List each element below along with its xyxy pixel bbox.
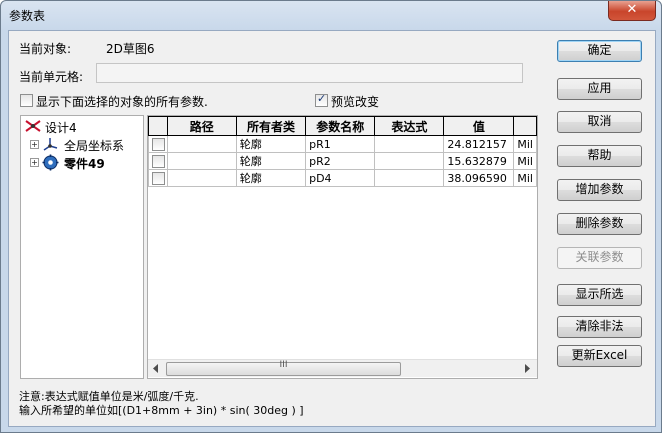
tree-item-global-coords[interactable]: 全局坐标系 bbox=[64, 137, 124, 154]
cell-path[interactable] bbox=[166, 152, 237, 170]
row-checkbox[interactable] bbox=[152, 172, 165, 185]
ok-button[interactable]: 确定 bbox=[557, 40, 642, 62]
show-selected-button[interactable]: 显示所选 bbox=[557, 284, 642, 306]
cell-path[interactable] bbox=[166, 135, 237, 153]
current-cell-field[interactable] bbox=[96, 63, 523, 83]
cell-param-name[interactable]: pR2 bbox=[305, 152, 376, 170]
link-parameter-button[interactable]: 关联参数 bbox=[557, 247, 642, 269]
col-header-path[interactable]: 路径 bbox=[166, 116, 237, 136]
parameter-grid[interactable]: 路径 所有者类 参数名称 表达式 值 轮廓 pR1 24.812157 Mil … bbox=[147, 115, 538, 379]
cell-unit[interactable]: Mil bbox=[513, 169, 537, 187]
col-header-param-name[interactable]: 参数名称 bbox=[305, 116, 376, 136]
row-checkbox[interactable] bbox=[152, 155, 165, 168]
table-row[interactable]: 轮廓 pD4 38.096590 Mil bbox=[148, 169, 537, 187]
expand-icon[interactable]: + bbox=[30, 140, 39, 149]
design-icon bbox=[25, 120, 41, 132]
cell-owner[interactable]: 轮廓 bbox=[235, 169, 307, 187]
show-all-label: 显示下面选择的对象的所有参数. bbox=[36, 95, 208, 109]
current-cell-label: 当前单元格: bbox=[19, 70, 84, 84]
dialog-window: 参数表 ✕ 当前对象: 2D草图6 当前单元格: 显示下面选择的对象的所有参数.… bbox=[0, 0, 662, 433]
col-header-select[interactable] bbox=[148, 116, 168, 136]
current-object-label: 当前对象: bbox=[19, 42, 72, 56]
col-header-expression[interactable]: 表达式 bbox=[374, 116, 445, 136]
help-button[interactable]: 帮助 bbox=[557, 145, 642, 167]
cell-value[interactable]: 38.096590 bbox=[443, 169, 515, 187]
dialog-body: 当前对象: 2D草图6 当前单元格: 显示下面选择的对象的所有参数. 预览改变 … bbox=[8, 30, 656, 427]
horizontal-scrollbar[interactable]: III bbox=[148, 359, 537, 377]
scroll-grip-icon: III bbox=[279, 360, 288, 370]
object-tree[interactable]: 设计4 + 全局坐标系 + 零件49 bbox=[20, 115, 144, 379]
delete-parameter-button[interactable]: 删除参数 bbox=[557, 213, 642, 235]
current-object-value: 2D草图6 bbox=[106, 42, 155, 56]
col-header-value[interactable]: 值 bbox=[443, 116, 515, 136]
cell-expression[interactable] bbox=[374, 169, 445, 187]
add-parameter-button[interactable]: 增加参数 bbox=[557, 179, 642, 201]
preview-checkbox[interactable] bbox=[315, 92, 328, 107]
clear-invalid-button[interactable]: 清除非法 bbox=[557, 316, 642, 338]
table-row[interactable]: 轮廓 pR1 24.812157 Mil bbox=[148, 135, 537, 153]
expand-icon[interactable]: + bbox=[30, 158, 39, 167]
cell-param-name[interactable]: pD4 bbox=[305, 169, 376, 187]
note-line-2: 输入所希望的单位如[(D1+8mm + 3in) * sin( 30deg ) … bbox=[19, 404, 304, 417]
close-button[interactable]: ✕ bbox=[608, 1, 656, 21]
tree-item-design[interactable]: 设计4 bbox=[45, 119, 77, 136]
cell-expression[interactable] bbox=[374, 135, 445, 153]
table-row[interactable]: 轮廓 pR2 15.632879 Mil bbox=[148, 152, 537, 170]
cell-path[interactable] bbox=[166, 169, 237, 187]
update-excel-button[interactable]: 更新Excel bbox=[557, 345, 642, 367]
coordinate-system-icon bbox=[43, 138, 58, 151]
cell-unit[interactable]: Mil bbox=[513, 152, 537, 170]
scroll-left-icon[interactable] bbox=[152, 364, 160, 373]
cell-owner[interactable]: 轮廓 bbox=[235, 152, 307, 170]
cell-unit[interactable]: Mil bbox=[513, 135, 537, 153]
preview-label: 预览改变 bbox=[331, 95, 380, 109]
cell-param-name[interactable]: pR1 bbox=[305, 135, 376, 153]
cell-value[interactable]: 15.632879 bbox=[443, 152, 515, 170]
scroll-thumb[interactable]: III bbox=[166, 360, 401, 376]
cancel-button[interactable]: 取消 bbox=[557, 111, 642, 133]
cell-expression[interactable] bbox=[374, 152, 445, 170]
cell-owner[interactable]: 轮廓 bbox=[235, 135, 307, 153]
grid-header-row: 路径 所有者类 参数名称 表达式 值 bbox=[148, 116, 537, 136]
cell-value[interactable]: 24.812157 bbox=[443, 135, 515, 153]
col-header-unit[interactable] bbox=[513, 116, 537, 136]
apply-button[interactable]: 应用 bbox=[557, 78, 642, 100]
scroll-right-icon[interactable] bbox=[524, 364, 532, 373]
row-checkbox[interactable] bbox=[152, 138, 165, 151]
window-title: 参数表 bbox=[9, 9, 46, 23]
tree-item-part49[interactable]: 零件49 bbox=[64, 155, 105, 172]
show-all-checkbox[interactable] bbox=[20, 94, 33, 107]
col-header-owner[interactable]: 所有者类 bbox=[235, 116, 307, 136]
part-icon bbox=[42, 154, 59, 171]
